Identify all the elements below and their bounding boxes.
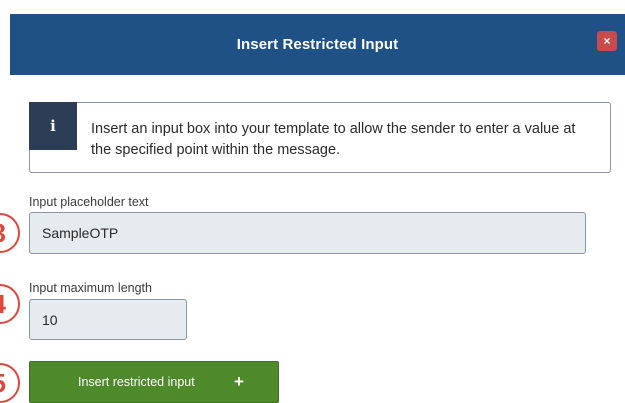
info-text: Insert an input box into your template t…: [91, 121, 576, 158]
step-marker-4: 4: [0, 284, 20, 324]
dialog-title: Insert Restricted Input: [236, 36, 399, 53]
insert-restricted-input-button[interactable]: Insert restricted input +: [29, 361, 279, 403]
placeholder-field-label: Input placeholder text: [29, 195, 149, 209]
dialog-header: Insert Restricted Input ×: [10, 14, 625, 75]
info-box: i Insert an input box into your template…: [29, 102, 611, 173]
info-icon: i: [29, 102, 77, 150]
close-icon[interactable]: ×: [597, 31, 617, 51]
max-length-input[interactable]: [29, 299, 187, 340]
max-length-field-label: Input maximum length: [29, 281, 152, 295]
step-marker-3: 3: [0, 213, 20, 253]
insert-button-label: Insert restricted input: [78, 375, 195, 389]
placeholder-text-input[interactable]: [29, 212, 586, 254]
insert-restricted-input-dialog: Insert Restricted Input × i Insert an in…: [0, 0, 625, 403]
step-marker-5: 5: [0, 363, 20, 403]
plus-icon: +: [234, 372, 244, 391]
